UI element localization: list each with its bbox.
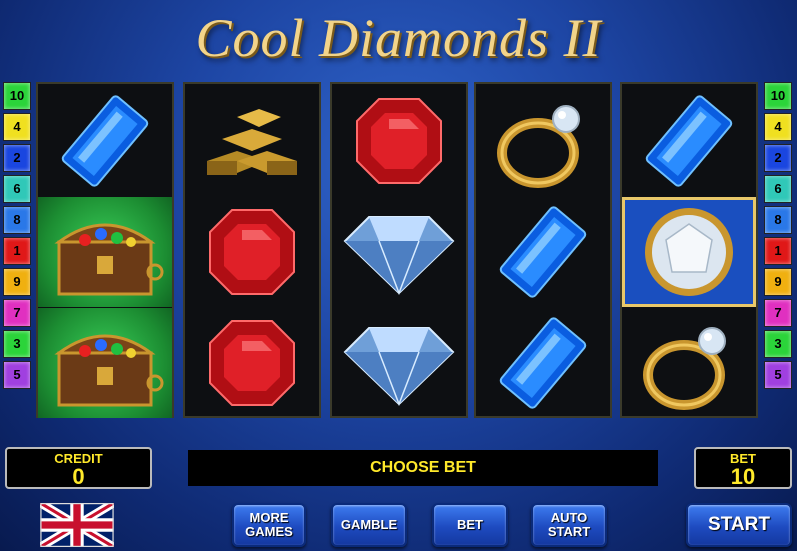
- payline-indicator: 7: [3, 299, 31, 327]
- game-title: Cool Diamonds II: [195, 8, 602, 68]
- credit-value: 0: [72, 464, 85, 489]
- bet-button[interactable]: BET: [432, 503, 508, 547]
- payline-indicator: 4: [3, 113, 31, 141]
- payline-indicator: 6: [3, 175, 31, 203]
- payline-indicator: 3: [3, 330, 31, 358]
- payline-indicator: 2: [764, 144, 792, 172]
- start-button[interactable]: START: [686, 503, 792, 547]
- payline-indicator: 10: [764, 82, 792, 110]
- payline-indicator: 5: [764, 361, 792, 389]
- blue-gem-icon: [38, 86, 172, 196]
- payline-indicators-right: 10 4 2 6 8 1 9 7 3 5: [764, 82, 794, 392]
- payline-indicator: 5: [3, 361, 31, 389]
- payline-indicator: 1: [3, 237, 31, 265]
- payline-indicator: 4: [764, 113, 792, 141]
- payline-indicator: 1: [764, 237, 792, 265]
- payline-indicator: 9: [764, 268, 792, 296]
- payline-indicator: 6: [764, 175, 792, 203]
- blue-gem-icon: [476, 197, 610, 307]
- gamble-button[interactable]: GAMBLE: [331, 503, 407, 547]
- gold-ring-icon: [622, 308, 756, 418]
- white-diamond-icon: [332, 197, 466, 307]
- reel-area: [36, 82, 760, 418]
- blue-gem-icon: [476, 308, 610, 418]
- red-ruby-icon: [185, 308, 319, 418]
- white-diamond-medallion-icon: [622, 197, 756, 307]
- payline-indicator: 9: [3, 268, 31, 296]
- payline-indicator: 10: [3, 82, 31, 110]
- reel-1: [36, 82, 174, 418]
- red-ruby-icon: [185, 197, 319, 307]
- payline-indicator: 7: [764, 299, 792, 327]
- payline-indicator: 8: [764, 206, 792, 234]
- treasure-chest-icon: [38, 308, 172, 418]
- auto-start-button[interactable]: AUTO START: [531, 503, 607, 547]
- credit-display: CREDIT 0: [5, 447, 152, 489]
- status-message: CHOOSE BET: [188, 450, 658, 486]
- payline-indicators-left: 10 4 2 6 8 1 9 7 3 5: [3, 82, 33, 392]
- red-ruby-icon: [332, 86, 466, 196]
- bet-value: 10: [730, 464, 756, 489]
- payline-indicator: 2: [3, 144, 31, 172]
- payline-indicator: 8: [3, 206, 31, 234]
- bet-display: BET 10: [694, 447, 792, 489]
- reel-2: [183, 82, 321, 418]
- payline-indicator: 3: [764, 330, 792, 358]
- gold-ring-icon: [476, 86, 610, 196]
- reel-5: [620, 82, 758, 418]
- white-diamond-icon: [332, 308, 466, 418]
- gold-bars-icon: [185, 86, 319, 196]
- blue-gem-icon: [622, 86, 756, 196]
- more-games-button[interactable]: MORE GAMES: [232, 503, 306, 547]
- uk-flag-icon[interactable]: [40, 503, 114, 547]
- reel-4: [474, 82, 612, 418]
- reel-3: [330, 82, 468, 418]
- treasure-chest-icon: [38, 197, 172, 307]
